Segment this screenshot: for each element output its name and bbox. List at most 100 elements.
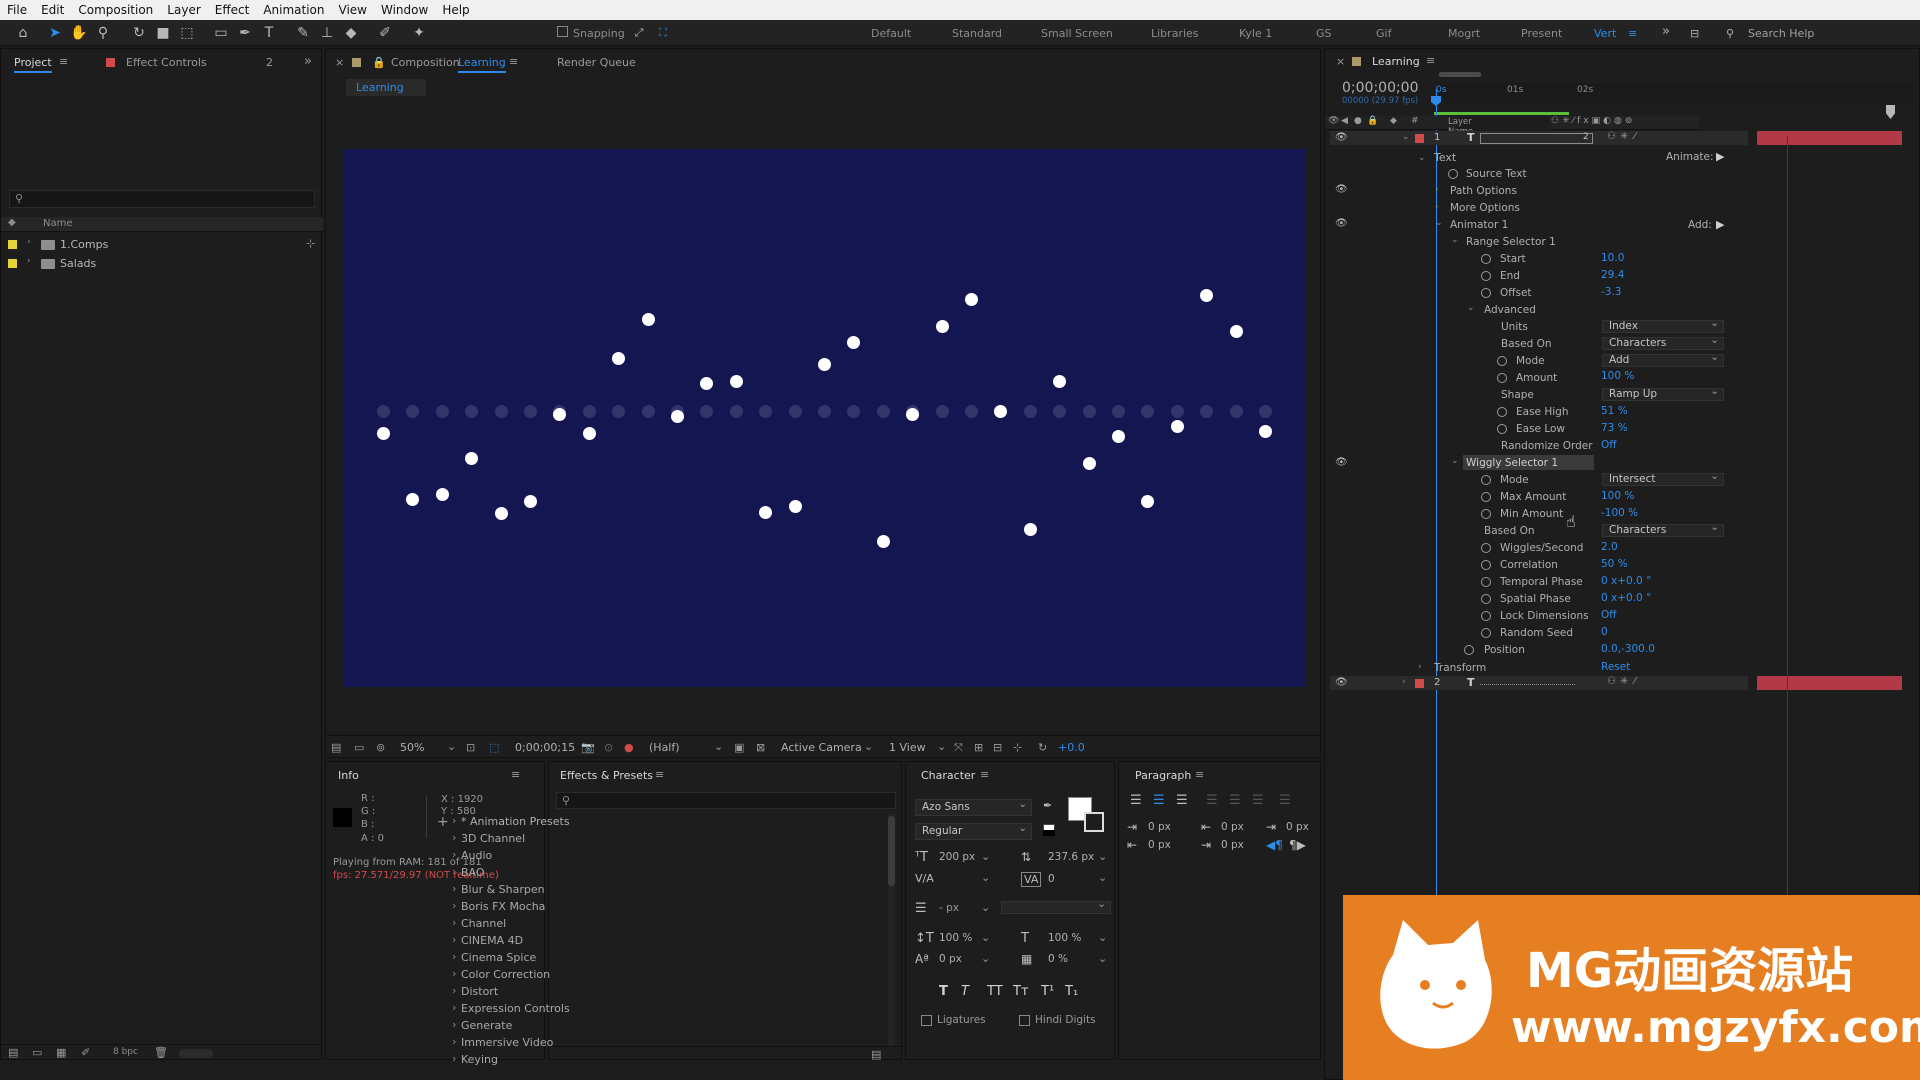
chevron-right-icon[interactable]: › [1435, 185, 1439, 195]
tab-composition-learning[interactable]: Learning [458, 56, 506, 73]
stopwatch-icon[interactable] [1481, 475, 1491, 485]
panel-overflow-icon[interactable]: » [304, 54, 312, 69]
stroke-style-dropdown[interactable] [1001, 899, 1111, 914]
eye-icon[interactable]: 👁 [1335, 457, 1348, 468]
workspace-standard[interactable]: Standard [952, 27, 1002, 40]
ltr-direction-icon[interactable]: ◀¶ [1266, 838, 1283, 852]
column-name[interactable]: Name [43, 218, 73, 229]
collapse-switch-icon[interactable]: ✳ [1620, 131, 1628, 142]
transparency-grid-icon[interactable]: ⊠ [756, 741, 765, 754]
menu-file[interactable]: File [0, 3, 34, 17]
mask-visibility-icon[interactable]: ⊚ [376, 741, 385, 754]
effect-category[interactable]: Generate [452, 1018, 512, 1032]
label-color-swatch[interactable] [8, 259, 17, 268]
horizontal-scale-value[interactable]: 100 % [1048, 932, 1081, 944]
roto-brush-tool-icon[interactable]: ✐ [376, 24, 394, 42]
effect-category[interactable]: Expression Controls [452, 1001, 570, 1015]
search-help-input[interactable]: Search Help [1748, 27, 1814, 40]
workspace-kyle-1[interactable]: Kyle 1 [1239, 27, 1272, 40]
effect-category[interactable]: BAO [452, 865, 484, 879]
stopwatch-icon[interactable] [1497, 356, 1507, 366]
stopwatch-icon[interactable] [1481, 594, 1491, 604]
stopwatch-icon[interactable] [1481, 543, 1491, 553]
stopwatch-icon[interactable] [1497, 407, 1507, 417]
flowchart-icon[interactable]: ⊹ [1013, 741, 1022, 754]
chevron-down-icon[interactable]: ⌄ [981, 952, 990, 965]
flowchart-icon[interactable]: ⊹ [306, 237, 315, 250]
work-area-end-handle[interactable] [1886, 105, 1895, 119]
position-value[interactable]: 0.0,-300.0 [1601, 643, 1655, 655]
leading-value[interactable]: 237.6 px [1048, 851, 1094, 863]
all-caps-button[interactable]: TT [987, 984, 1003, 999]
superscript-button[interactable]: T¹ [1041, 984, 1054, 999]
camera-tool-icon[interactable]: ■ [154, 24, 172, 42]
time-ruler[interactable]: 0s 01s 02s [1436, 72, 1916, 105]
project-menu-icon[interactable]: ≡ [59, 55, 68, 68]
indent-right-value[interactable]: 0 px [1148, 839, 1171, 851]
video-switch-icon[interactable]: 👁 [1328, 116, 1339, 126]
eye-icon[interactable]: 👁 [1335, 218, 1348, 229]
menu-composition[interactable]: Composition [71, 3, 160, 17]
timeline-icon[interactable]: ⊟ [993, 741, 1002, 754]
stopwatch-icon[interactable] [1481, 254, 1491, 264]
based-on-dropdown[interactable]: Characters [1602, 335, 1724, 350]
brush-tool-icon[interactable]: ✎ [294, 24, 312, 42]
workspace-small-screen[interactable]: Small Screen [1041, 27, 1113, 40]
space-after-value[interactable]: 0 px [1221, 839, 1244, 851]
rtl-direction-icon[interactable]: ¶▶ [1289, 838, 1306, 852]
pan-behind-tool-icon[interactable]: ⬚ [178, 24, 196, 42]
chevron-down-icon[interactable]: ⌄ [937, 740, 946, 753]
solo-switch-icon[interactable]: ● [1354, 116, 1362, 126]
font-size-value[interactable]: 200 px [939, 851, 975, 863]
label-column-icon[interactable]: ◆ [1390, 116, 1397, 126]
workspace-mogrt[interactable]: Mogrt [1448, 27, 1480, 40]
temporal-phase-value[interactable]: 0 x+0.0 ° [1601, 575, 1651, 587]
tracking-value[interactable]: 0 [1048, 873, 1055, 885]
tab-composition-prefix[interactable]: Composition [391, 56, 460, 69]
time-navigator-bar[interactable] [1439, 72, 1481, 77]
project-item[interactable]: › 1.Comps ⊹ [1, 236, 323, 253]
thumbnail-slider[interactable] [179, 1049, 213, 1058]
comp-canvas[interactable] [344, 149, 1306, 687]
region-of-interest-icon[interactable]: ▣ [734, 741, 744, 754]
align-left-icon[interactable]: ☰ [1130, 793, 1142, 808]
stopwatch-icon[interactable] [1464, 645, 1474, 655]
bit-depth-button[interactable]: 8 bpc [113, 1047, 138, 1057]
effect-category[interactable]: CINEMA 4D [452, 933, 523, 947]
randomize-order-value[interactable]: Off [1601, 439, 1617, 451]
prop-wiggly-selector[interactable]: Wiggly Selector 1 [1466, 457, 1558, 469]
adjust-settings-icon[interactable]: ✐ [81, 1046, 90, 1059]
rotate-tool-icon[interactable]: ↻ [130, 24, 148, 42]
project-search-input[interactable]: ⚲ [9, 190, 315, 208]
amount-value[interactable]: 100 % [1601, 370, 1634, 382]
view-layout-dropdown[interactable]: 1 View [889, 741, 926, 754]
stopwatch-icon[interactable] [1481, 288, 1491, 298]
workspace-present[interactable]: Present [1521, 27, 1562, 40]
menu-edit[interactable]: Edit [34, 3, 71, 17]
quality-switch-icon[interactable]: ⁄ [1634, 131, 1636, 142]
correlation-value[interactable]: 50 % [1601, 558, 1628, 570]
align-right-icon[interactable]: ☰ [1176, 793, 1188, 808]
layer-name-field[interactable] [1480, 684, 1575, 685]
effects-scrollbar[interactable] [888, 814, 895, 1046]
snap-options-icon[interactable]: ⤢ [630, 24, 648, 42]
faux-bold-button[interactable]: T [939, 984, 948, 999]
effect-category[interactable]: Color Correction [452, 967, 550, 981]
eye-icon[interactable]: 👁 [1335, 184, 1348, 195]
chevron-right-icon[interactable]: › [1435, 202, 1439, 212]
chevron-down-icon[interactable]: ⌄ [714, 740, 723, 753]
effect-category[interactable]: 3D Channel [452, 831, 525, 845]
type-tool-icon[interactable]: T [260, 24, 278, 42]
effect-category[interactable]: Immersive Video [452, 1035, 553, 1049]
ease-high-value[interactable]: 51 % [1601, 405, 1628, 417]
min-amount-value[interactable]: -100 % [1601, 507, 1638, 519]
effect-category[interactable]: Channel [452, 916, 506, 930]
menu-help[interactable]: Help [435, 3, 476, 17]
indent-first-value[interactable]: 0 px [1286, 821, 1309, 833]
collapse-switch-icon[interactable]: ✳ [1620, 676, 1628, 687]
chevron-right-icon[interactable]: › [27, 256, 31, 266]
subscript-button[interactable]: T₁ [1065, 984, 1078, 999]
menu-window[interactable]: Window [374, 3, 435, 17]
chevron-down-icon[interactable]: ⌄ [1418, 153, 1426, 163]
menu-effect[interactable]: Effect [208, 3, 257, 17]
